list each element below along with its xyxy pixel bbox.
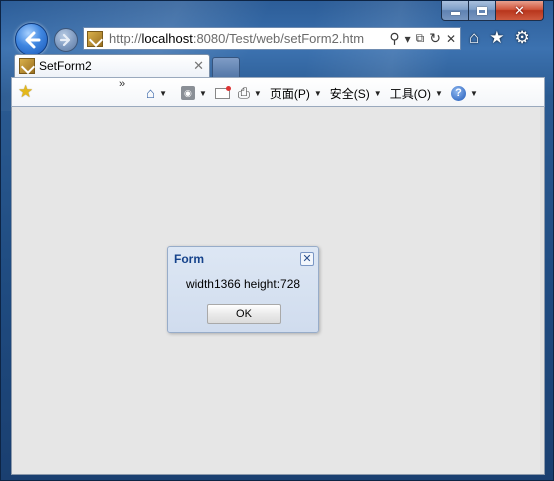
ok-button[interactable]: OK (207, 304, 281, 324)
site-favicon-icon (87, 30, 103, 47)
stop-icon[interactable]: ✕ (446, 32, 456, 46)
refresh-icon[interactable]: ↻ (429, 30, 441, 47)
url-host: localhost (141, 31, 193, 46)
command-bar: ★ » ⌂ ▼ ◉ ▼ ⎙ ▼ 页面(P) ▼ 安全(S) ▼ 工具(O) ▼ … (11, 77, 545, 107)
scrollbar[interactable] (540, 107, 544, 474)
new-tab-button[interactable] (212, 57, 240, 77)
rss-icon: ◉ (180, 86, 195, 100)
home-menu[interactable]: ⌂ ▼ (142, 83, 171, 103)
caret-down-icon: ▼ (313, 88, 322, 98)
tab-title: SetForm2 (39, 59, 92, 73)
safety-menu-label: 安全(S) (329, 86, 370, 101)
tools-menu-label: 工具(O) (389, 86, 432, 101)
url-text[interactable]: http://localhost:8080/Test/web/setForm2.… (109, 31, 389, 46)
help-icon: ? (450, 85, 466, 101)
mail-button[interactable] (211, 83, 234, 103)
url-path: :8080/Test/web/setForm2.htm (192, 31, 365, 46)
close-icon: ✕ (514, 2, 525, 18)
maximize-icon (477, 6, 487, 15)
minimize-button[interactable] (441, 1, 469, 21)
caption-buttons: ✕ (441, 1, 544, 21)
tools-menu[interactable]: 工具(O) ▼ (386, 83, 447, 103)
forward-arrow-icon (59, 33, 71, 47)
favorites-star-icon[interactable]: ★ (489, 28, 504, 48)
caret-down-icon: ▼ (469, 88, 478, 98)
back-arrow-icon (25, 31, 40, 48)
gear-icon[interactable]: ⚙ (515, 28, 530, 48)
dialog-message: width1366 height:728 (185, 277, 301, 291)
caret-down-icon: ▼ (159, 88, 167, 98)
url-prefix: http:// (109, 31, 142, 46)
browser-right-icons: ⌂ ★ ⚙ (469, 28, 530, 48)
home-icon[interactable]: ⌂ (469, 28, 479, 48)
caret-down-icon: ▼ (373, 88, 382, 98)
command-items: ⌂ ▼ ◉ ▼ ⎙ ▼ 页面(P) ▼ 安全(S) ▼ 工具(O) ▼ ? ▼ (142, 83, 482, 103)
chevrons-icon[interactable]: » (119, 78, 125, 90)
page-menu[interactable]: 页面(P) ▼ (266, 83, 326, 103)
printer-icon: ⎙ (237, 84, 250, 102)
form-dialog: Form ✕ width1366 height:728 OK (167, 246, 319, 333)
add-favorites-icon[interactable]: ★ (18, 82, 33, 102)
address-icons: ⚲ ▾ ⧉ ↻ ✕ (389, 30, 460, 47)
maximize-button[interactable] (469, 1, 496, 21)
address-bar[interactable]: http://localhost:8080/Test/web/setForm2.… (83, 27, 461, 50)
dialog-title: Form (174, 252, 204, 266)
tab-close-icon[interactable]: ✕ (193, 58, 204, 74)
forward-button[interactable] (54, 28, 78, 52)
tab-setform2[interactable]: SetForm2 ✕ (14, 54, 210, 77)
tab-favicon-icon (19, 58, 35, 74)
browser-window: ✕ http://localhost:8080/Test/web/setForm… (0, 0, 554, 481)
minimize-icon (450, 12, 460, 15)
caret-down-icon: ▼ (435, 88, 443, 98)
search-icon[interactable]: ⚲ (389, 30, 399, 47)
page-menu-label: 页面(P) (269, 86, 310, 101)
print-menu[interactable]: ⎙ ▼ (234, 83, 266, 103)
caret-down-icon: ▼ (253, 88, 262, 98)
dialog-close-icon[interactable]: ✕ (300, 252, 314, 266)
help-menu[interactable]: ? ▼ (447, 83, 482, 103)
chevron-down-icon[interactable]: ▾ (405, 32, 411, 46)
home-icon: ⌂ (146, 84, 156, 102)
mail-icon (214, 85, 231, 99)
close-window-button[interactable]: ✕ (496, 1, 544, 21)
compatibility-view-icon[interactable]: ⧉ (416, 31, 425, 46)
feeds-menu[interactable]: ◉ ▼ (177, 83, 211, 103)
back-button[interactable] (15, 23, 48, 56)
caret-down-icon: ▼ (198, 88, 207, 98)
safety-menu[interactable]: 安全(S) ▼ (326, 83, 386, 103)
